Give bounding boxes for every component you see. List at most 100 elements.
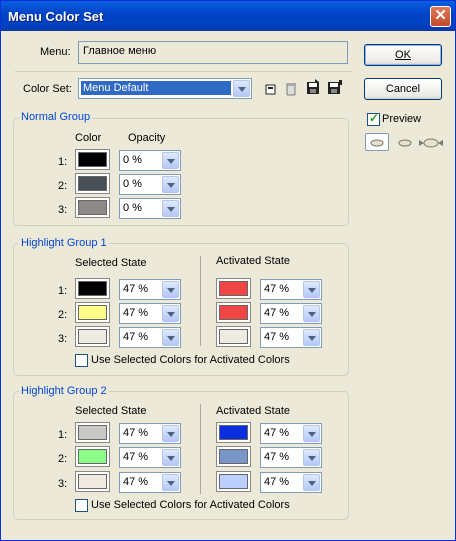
row-number: 2:	[58, 309, 68, 321]
normal-color-2-swatch[interactable]	[75, 173, 110, 194]
hg2-use-selected-label: Use Selected Colors for Activated Colors	[91, 499, 290, 511]
new-set-icon[interactable]	[263, 81, 279, 97]
hg2-selected-color-1-swatch[interactable]	[75, 422, 110, 443]
swatch-fill	[219, 281, 248, 296]
chevron-down-icon[interactable]	[162, 152, 179, 169]
highlight-group-2-title: Highlight Group 2	[19, 385, 109, 397]
hg1-activated-opacity-3-dropdown[interactable]: 47 %	[260, 327, 322, 348]
close-button[interactable]: ✕	[430, 6, 451, 27]
title-bar[interactable]: Menu Color Set ✕	[1, 1, 455, 31]
swatch-fill	[78, 305, 107, 320]
hg1-activated-opacity-1-dropdown[interactable]: 47 %	[260, 279, 322, 300]
preview-small-icon	[370, 139, 384, 147]
hg1-selected-color-1-swatch[interactable]	[75, 278, 110, 299]
swatch-fill	[78, 425, 107, 440]
chevron-down-icon[interactable]	[162, 200, 179, 217]
opacity-value: 47 %	[123, 451, 149, 463]
hg1-activated-color-2-swatch[interactable]	[216, 302, 251, 323]
chevron-down-icon[interactable]	[303, 474, 320, 491]
hg1-activated-opacity-2-dropdown[interactable]: 47 %	[260, 303, 322, 324]
row-number: 1:	[58, 156, 68, 168]
dialog-window: Menu Color Set ✕ Menu: Главное меню Colo…	[0, 0, 456, 541]
normal-opacity-3-dropdown[interactable]: 0 %	[119, 198, 181, 219]
hg1-selected-opacity-3-dropdown[interactable]: 47 %	[119, 327, 181, 348]
hg2-activated-color-1-swatch[interactable]	[216, 422, 251, 443]
chevron-down-icon[interactable]	[303, 281, 320, 298]
hg1-selected-opacity-2-dropdown[interactable]: 47 %	[119, 303, 181, 324]
delete-set-icon[interactable]	[283, 80, 299, 96]
menu-name-field: Главное меню	[78, 41, 348, 64]
activated-state-header: Activated State	[216, 255, 290, 267]
chevron-down-icon[interactable]	[162, 281, 179, 298]
swatch-fill	[219, 305, 248, 320]
hg2-selected-opacity-1-dropdown[interactable]: 47 %	[119, 423, 181, 444]
hg1-selected-opacity-1-dropdown[interactable]: 47 %	[119, 279, 181, 300]
chevron-down-icon[interactable]	[162, 329, 179, 346]
hg2-activated-opacity-3-dropdown[interactable]: 47 %	[260, 472, 322, 493]
opacity-value: 47 %	[123, 283, 149, 295]
hg2-activated-color-3-swatch[interactable]	[216, 471, 251, 492]
opacity-value: 47 %	[264, 427, 290, 439]
chevron-down-icon[interactable]	[162, 425, 179, 442]
normal-color-3-swatch[interactable]	[75, 197, 110, 218]
preview-checkbox[interactable]	[367, 111, 380, 126]
hg2-activated-opacity-1-dropdown[interactable]: 47 %	[260, 423, 322, 444]
chevron-down-icon[interactable]	[162, 449, 179, 466]
swatch-fill	[219, 449, 248, 464]
hg1-activated-color-1-swatch[interactable]	[216, 278, 251, 299]
swatch-fill	[78, 176, 107, 191]
window-title: Menu Color Set	[8, 9, 104, 24]
opacity-value: 47 %	[123, 427, 149, 439]
hg1-activated-color-3-swatch[interactable]	[216, 326, 251, 347]
hg1-selected-color-3-swatch[interactable]	[75, 326, 110, 347]
color-set-dropdown[interactable]: Menu Default	[78, 78, 252, 99]
opacity-value: 47 %	[264, 307, 290, 319]
chevron-down-icon[interactable]	[233, 80, 250, 97]
chevron-down-icon[interactable]	[303, 425, 320, 442]
hg2-selected-color-2-swatch[interactable]	[75, 446, 110, 467]
color-set-label: Color Set:	[23, 83, 72, 95]
opacity-value: 47 %	[123, 331, 149, 343]
chevron-down-icon[interactable]	[162, 474, 179, 491]
swatch-fill	[78, 449, 107, 464]
swatch-fill	[78, 281, 107, 296]
swatch-fill	[219, 329, 248, 344]
normal-opacity-1-dropdown[interactable]: 0 %	[119, 150, 181, 171]
cancel-label: Cancel	[385, 83, 421, 95]
chevron-down-icon[interactable]	[162, 305, 179, 322]
opacity-value: 0 %	[123, 178, 142, 190]
preview-medium-icon[interactable]	[394, 135, 416, 151]
row-number: 3:	[58, 478, 68, 490]
hg2-selected-color-3-swatch[interactable]	[75, 471, 110, 492]
row-number: 3:	[58, 204, 68, 216]
swatch-fill	[219, 474, 248, 489]
opacity-value: 47 %	[123, 476, 149, 488]
preview-label: Preview	[382, 113, 422, 125]
normal-opacity-2-dropdown[interactable]: 0 %	[119, 174, 181, 195]
hg2-activated-opacity-2-dropdown[interactable]: 47 %	[260, 447, 322, 468]
save-set-icon[interactable]	[305, 79, 321, 95]
chevron-down-icon[interactable]	[303, 329, 320, 346]
hg2-selected-opacity-2-dropdown[interactable]: 47 %	[119, 447, 181, 468]
hg2-use-selected-checkbox[interactable]	[75, 499, 88, 512]
chevron-down-icon[interactable]	[162, 176, 179, 193]
save-as-set-icon[interactable]	[327, 79, 343, 95]
chevron-down-icon[interactable]	[303, 305, 320, 322]
hg1-use-selected-label: Use Selected Colors for Activated Colors	[91, 354, 290, 366]
hg1-selected-color-2-swatch[interactable]	[75, 302, 110, 323]
swatch-fill	[78, 329, 107, 344]
hg2-selected-opacity-3-dropdown[interactable]: 47 %	[119, 472, 181, 493]
cancel-button[interactable]: Cancel	[364, 78, 442, 100]
preview-small-button[interactable]	[365, 133, 389, 151]
ok-button[interactable]: OK	[364, 44, 442, 66]
activated-state-header: Activated State	[216, 405, 290, 417]
selected-state-header: Selected State	[75, 257, 147, 269]
swatch-fill	[78, 474, 107, 489]
state-divider	[200, 404, 201, 494]
normal-color-1-swatch[interactable]	[75, 149, 110, 170]
chevron-down-icon[interactable]	[303, 449, 320, 466]
hg2-activated-color-2-swatch[interactable]	[216, 446, 251, 467]
normal-group-title: Normal Group	[19, 111, 93, 123]
hg1-use-selected-checkbox[interactable]	[75, 354, 88, 367]
preview-large-icon[interactable]	[418, 135, 444, 151]
